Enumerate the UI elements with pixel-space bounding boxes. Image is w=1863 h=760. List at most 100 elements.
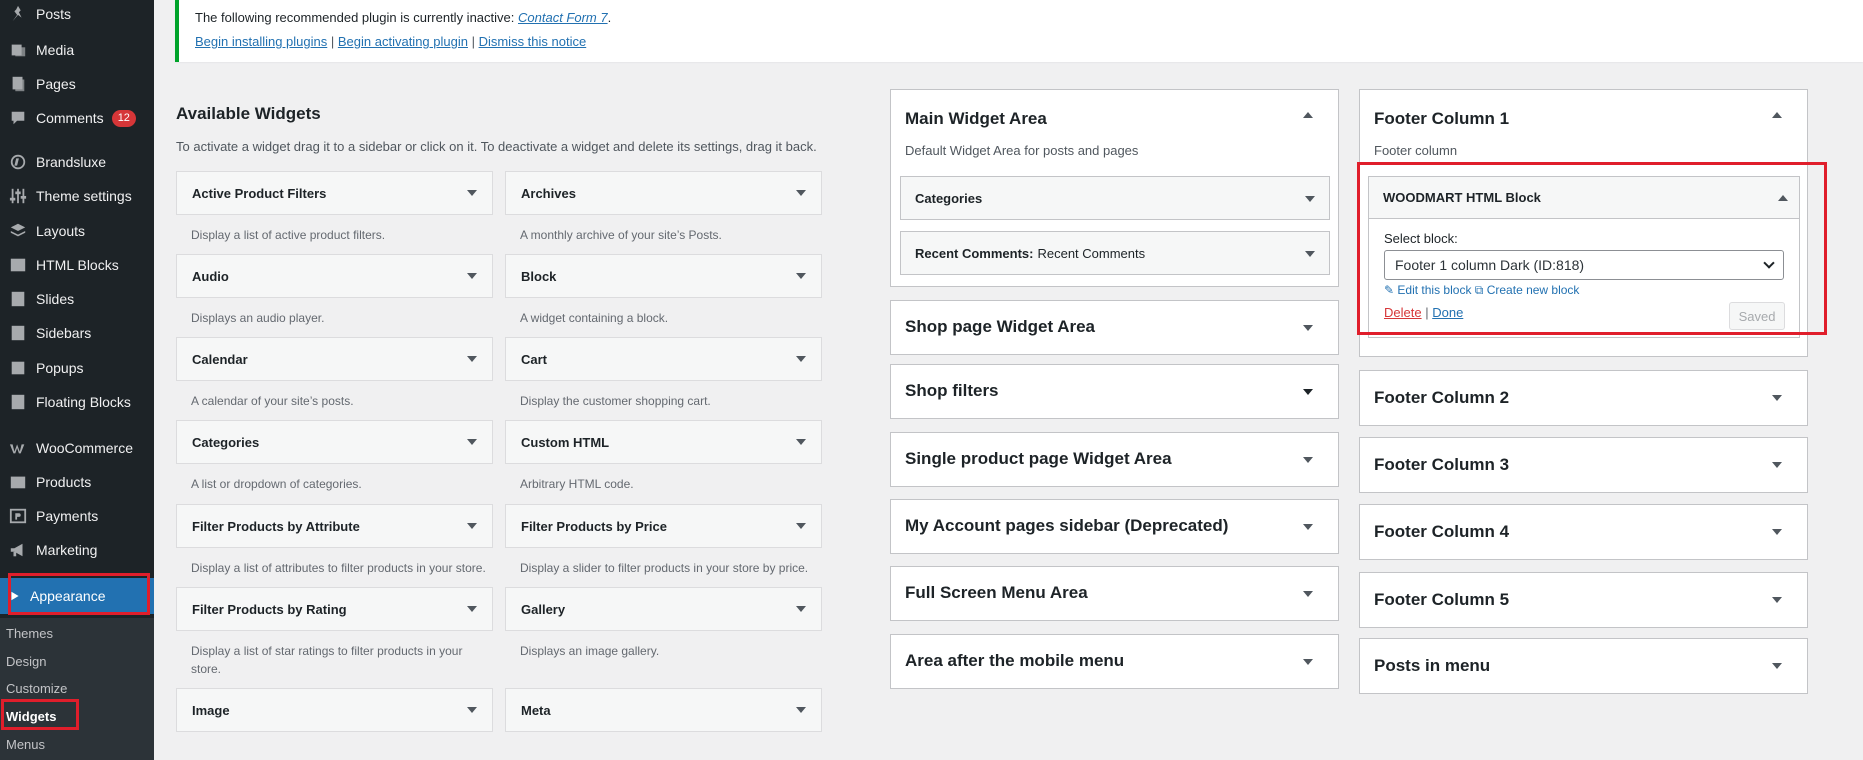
sidebar-area[interactable]: Single product page Widget Area [890, 432, 1339, 487]
expand-arrow-icon[interactable] [1303, 659, 1313, 665]
available-widget[interactable]: Audio [176, 254, 493, 298]
expand-arrow-icon[interactable] [1303, 389, 1313, 395]
sidebar-area[interactable]: My Account pages sidebar (Deprecated) [890, 499, 1339, 554]
available-widget[interactable]: Categories [176, 420, 493, 464]
expand-arrow-icon[interactable] [467, 356, 477, 362]
menu-theme-settings[interactable]: Theme settings [0, 179, 154, 213]
menu-brandsluxe[interactable]: Brandsluxe [0, 145, 154, 179]
menu-slides[interactable]: Slides [0, 282, 154, 316]
expand-arrow-icon[interactable] [796, 707, 806, 713]
block-select[interactable]: Footer 1 column Dark (ID:818) [1384, 250, 1784, 280]
menu-media[interactable]: Media [0, 33, 154, 67]
available-widget[interactable]: Active Product Filters [176, 171, 493, 215]
menu-posts[interactable]: Posts [0, 0, 154, 31]
widget-categories[interactable]: Categories [900, 176, 1330, 220]
expand-arrow-icon[interactable] [467, 439, 477, 445]
expand-arrow-icon[interactable] [1772, 663, 1782, 669]
expand-arrow-icon[interactable] [467, 273, 477, 279]
plugin-notice: The following recommended plugin is curr… [175, 0, 1863, 62]
saved-button[interactable]: Saved [1729, 302, 1785, 330]
available-widget[interactable]: Block [505, 254, 822, 298]
expand-arrow-icon[interactable] [796, 439, 806, 445]
menu-products[interactable]: Products [0, 465, 154, 499]
menu-woocommerce[interactable]: WooCommerce [0, 431, 154, 465]
menu-payments[interactable]: Payments [0, 499, 154, 533]
expand-arrow-icon[interactable] [1772, 529, 1782, 535]
widget-recent-comments[interactable]: Recent Comments: Recent Comments [900, 231, 1330, 275]
expand-arrow-icon[interactable] [1305, 196, 1315, 202]
sidebar-area[interactable]: Footer Column 4 [1359, 504, 1808, 560]
submenu-design[interactable]: Design [6, 654, 46, 669]
submenu-widgets[interactable]: Widgets [6, 709, 56, 724]
dismiss-notice-link[interactable]: Dismiss this notice [479, 34, 587, 49]
sidebar-area[interactable]: Full Screen Menu Area [890, 566, 1339, 621]
expand-arrow-icon[interactable] [467, 606, 477, 612]
expand-arrow-icon[interactable] [1303, 524, 1313, 530]
media-icon [0, 41, 36, 59]
expand-arrow-icon[interactable] [467, 190, 477, 196]
expand-arrow-icon[interactable] [796, 523, 806, 529]
available-widget[interactable]: Meta [505, 688, 822, 732]
sidebar-area[interactable]: Footer Column 2 [1359, 370, 1808, 426]
expand-arrow-icon[interactable] [1772, 395, 1782, 401]
submenu-customize[interactable]: Customize [6, 681, 67, 696]
available-widget[interactable]: Filter Products by Rating [176, 587, 493, 631]
sidebar-area[interactable]: Footer Column 5 [1359, 572, 1808, 628]
expand-arrow-icon[interactable] [1303, 591, 1313, 597]
menu-html-blocks[interactable]: HTML Blocks [0, 248, 154, 282]
edit-block-link[interactable]: Edit this block [1397, 283, 1471, 297]
woocommerce-icon [0, 439, 36, 457]
available-widget[interactable]: Image [176, 688, 493, 732]
menu-marketing[interactable]: Marketing [0, 533, 154, 567]
menu-comments[interactable]: Comments 12 [0, 101, 154, 135]
sidebar-area[interactable]: Footer Column 3 [1359, 437, 1808, 493]
menu-pages[interactable]: Pages [0, 67, 154, 101]
delete-widget-link[interactable]: Delete [1384, 305, 1422, 320]
popups-icon [0, 359, 36, 377]
available-widget[interactable]: Filter Products by Attribute [176, 504, 493, 548]
available-widget[interactable]: Archives [505, 171, 822, 215]
sidebar-area[interactable]: Posts in menu [1359, 638, 1808, 694]
collapse-arrow-icon[interactable] [1772, 112, 1782, 118]
expand-arrow-icon[interactable] [1772, 597, 1782, 603]
available-widget-desc: A widget containing a block. [520, 311, 669, 325]
sidebar-area[interactable]: Area after the mobile menu [890, 634, 1339, 689]
available-widget[interactable]: Calendar [176, 337, 493, 381]
available-widget[interactable]: Filter Products by Price [505, 504, 822, 548]
done-link[interactable]: Done [1432, 305, 1463, 320]
begin-activating-link[interactable]: Begin activating plugin [338, 34, 468, 49]
menu-floating-blocks[interactable]: Floating Blocks [0, 385, 154, 419]
expand-arrow-icon[interactable] [796, 273, 806, 279]
sidebar-area[interactable]: Shop filters [890, 364, 1339, 419]
contact-form-7-link[interactable]: Contact Form 7 [518, 10, 608, 25]
expand-arrow-icon[interactable] [796, 190, 806, 196]
expand-arrow-icon[interactable] [1305, 251, 1315, 257]
woodmart-widget-header[interactable]: WOODMART HTML Block [1369, 177, 1799, 219]
begin-installing-link[interactable]: Begin installing plugins [195, 34, 327, 49]
expand-arrow-icon[interactable] [467, 707, 477, 713]
menu-sidebars[interactable]: Sidebars [0, 316, 154, 350]
available-widget[interactable]: Cart [505, 337, 822, 381]
submenu-menus[interactable]: Menus [6, 737, 45, 752]
menu-appearance[interactable]: Appearance [0, 578, 154, 614]
pencil-icon: ✎ [1384, 283, 1395, 297]
expand-arrow-icon[interactable] [1303, 325, 1313, 331]
menu-layouts[interactable]: Layouts [0, 214, 154, 248]
collapse-arrow-icon[interactable] [1778, 195, 1788, 201]
sidebar-area[interactable]: Shop page Widget Area [890, 300, 1339, 355]
submenu-themes[interactable]: Themes [6, 626, 53, 641]
main-widget-area[interactable]: Main Widget Area Default Widget Area for… [890, 89, 1339, 287]
collapse-arrow-icon[interactable] [1303, 112, 1313, 118]
available-widget-desc: A list or dropdown of categories. [191, 477, 362, 491]
pages-icon [0, 75, 36, 93]
expand-arrow-icon[interactable] [796, 606, 806, 612]
menu-popups[interactable]: Popups [0, 351, 154, 385]
available-widget[interactable]: Custom HTML [505, 420, 822, 464]
create-block-link[interactable]: Create new block [1487, 283, 1580, 297]
available-widget[interactable]: Gallery [505, 587, 822, 631]
sidebar-area-title: Footer Column 4 [1374, 522, 1510, 541]
expand-arrow-icon[interactable] [1772, 462, 1782, 468]
expand-arrow-icon[interactable] [796, 356, 806, 362]
expand-arrow-icon[interactable] [1303, 457, 1313, 463]
expand-arrow-icon[interactable] [467, 523, 477, 529]
